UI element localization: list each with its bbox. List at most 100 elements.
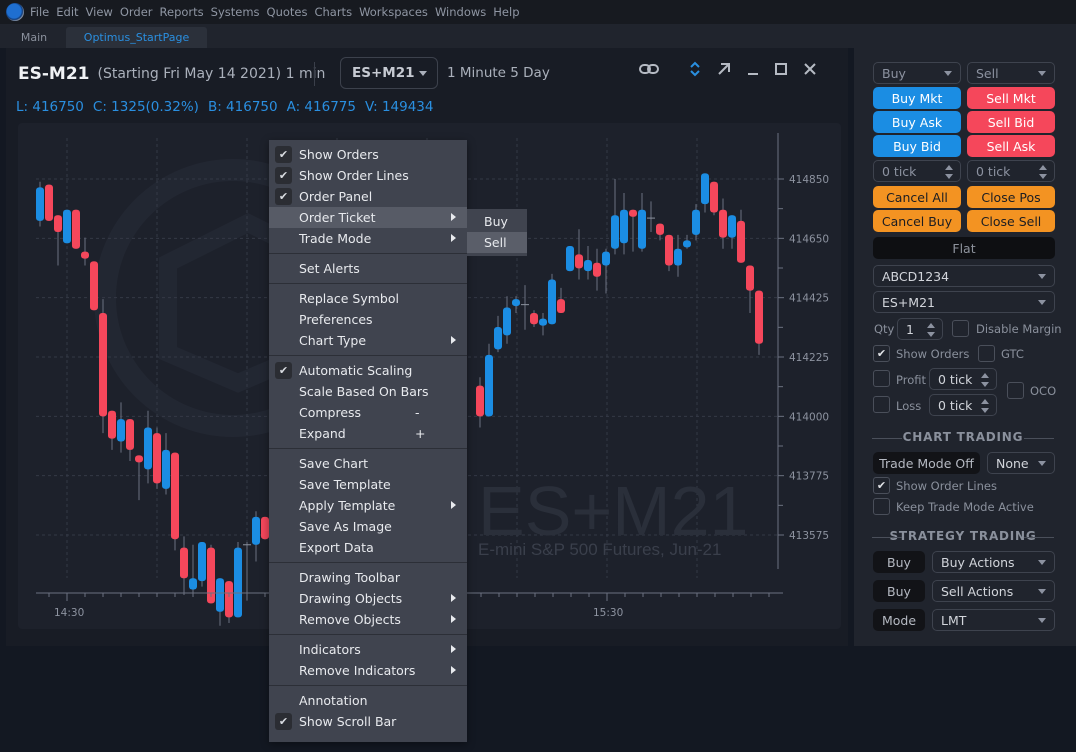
link-icon[interactable] <box>638 58 660 80</box>
menu-charts[interactable]: Charts <box>314 5 352 19</box>
buy-offset-stepper[interactable]: 0 tick <box>873 160 961 182</box>
context-menu-item-indicators[interactable]: Indicators <box>269 639 467 660</box>
close-sell-button[interactable]: Close Sell <box>967 210 1055 232</box>
show-orders-checkbox[interactable]: ✔ <box>873 345 890 362</box>
buy-order-type-select[interactable]: Buy <box>873 62 961 84</box>
context-menu-item-show-scroll-bar[interactable]: ✔ Show Scroll Bar <box>269 711 467 732</box>
sell-actions-select[interactable]: Sell Actions <box>932 580 1055 602</box>
buy-ask-button[interactable]: Buy Ask <box>873 111 961 133</box>
menu-edit[interactable]: Edit <box>56 5 78 19</box>
mode-select-value: LMT <box>941 612 967 628</box>
context-menu-item-remove-objects[interactable]: Remove Objects <box>269 609 467 630</box>
buy-mkt-button[interactable]: Buy Mkt <box>873 87 961 109</box>
menu-quotes[interactable]: Quotes <box>267 5 308 19</box>
sell-offset-stepper[interactable]: 0 tick <box>967 160 1055 182</box>
context-menu-item-save-template[interactable]: Save Template <box>269 474 467 495</box>
trade-mode-select[interactable]: None <box>987 452 1055 474</box>
profit-stepper[interactable]: 0 tick <box>929 368 997 390</box>
context-menu-item-replace-symbol[interactable]: Replace Symbol <box>269 288 467 309</box>
app-logo-icon[interactable] <box>6 3 24 21</box>
quote-bid: B: 416750 <box>207 99 278 115</box>
context-menu-item-order-ticket[interactable]: Order Ticket <box>269 207 467 228</box>
spinner-arrows-icon[interactable] <box>945 165 953 179</box>
context-menu-item-drawing-toolbar[interactable]: Drawing Toolbar <box>269 567 467 588</box>
interval-label[interactable]: 1 Minute 5 Day <box>447 65 550 81</box>
sell-bid-button[interactable]: Sell Bid <box>967 111 1055 133</box>
context-menu-item-remove-indicators[interactable]: Remove Indicators <box>269 660 467 681</box>
minimize-icon[interactable] <box>742 58 764 80</box>
close-pos-button[interactable]: Close Pos <box>967 186 1055 208</box>
candle <box>153 427 161 489</box>
context-menu-item-automatic-scaling[interactable]: ✔ Automatic Scaling <box>269 360 467 381</box>
context-menu-item-expand[interactable]: Expand + <box>269 423 467 444</box>
menu-windows[interactable]: Windows <box>435 5 486 19</box>
candle <box>719 198 727 249</box>
keep-trade-mode-checkbox[interactable] <box>873 498 890 515</box>
context-menu-item-save-chart[interactable]: Save Chart <box>269 453 467 474</box>
context-menu-item-apply-template[interactable]: Apply Template <box>269 495 467 516</box>
sell-mkt-button[interactable]: Sell Mkt <box>967 87 1055 109</box>
buy-bid-button[interactable]: Buy Bid <box>873 135 961 157</box>
expand-vertical-icon[interactable] <box>684 58 706 80</box>
loss-checkbox[interactable] <box>873 396 890 413</box>
context-menu-item-label: Export Data <box>299 540 374 555</box>
context-menu-item-preferences[interactable]: Preferences <box>269 309 467 330</box>
strategy-buy-button[interactable]: Buy <box>873 551 925 573</box>
loss-stepper[interactable]: 0 tick <box>929 394 997 416</box>
menu-workspaces[interactable]: Workspaces <box>359 5 428 19</box>
candle-body <box>108 410 116 439</box>
profit-checkbox[interactable] <box>873 370 890 387</box>
disable-margin-checkbox[interactable] <box>952 320 969 337</box>
context-menu-item-drawing-objects[interactable]: Drawing Objects <box>269 588 467 609</box>
mode-select[interactable]: LMT <box>932 609 1055 631</box>
sell-ask-button[interactable]: Sell Ask <box>967 135 1055 157</box>
trade-mode-button[interactable]: Trade Mode Off <box>873 452 980 474</box>
menu-systems[interactable]: Systems <box>211 5 260 19</box>
spinner-arrows-icon[interactable] <box>981 373 989 387</box>
context-menu-item-trade-mode[interactable]: Trade Mode <box>269 228 467 249</box>
cancel-all-button[interactable]: Cancel All <box>873 186 961 208</box>
strategy-sell-button[interactable]: Buy <box>873 580 925 602</box>
context-menu-item-order-panel[interactable]: ✔ Order Panel <box>269 186 467 207</box>
submenu-item-sell[interactable]: Sell <box>467 232 527 253</box>
tab-optimus-startpage[interactable]: Optimus_StartPage <box>66 27 207 48</box>
context-menu-item-annotation[interactable]: Annotation <box>269 690 467 711</box>
menu-reports[interactable]: Reports <box>160 5 204 19</box>
context-menu-item-chart-type[interactable]: Chart Type <box>269 330 467 351</box>
qty-stepper[interactable]: 1 <box>897 318 943 340</box>
menu-order[interactable]: Order <box>120 5 153 19</box>
context-menu-item-export-data[interactable]: Export Data <box>269 537 467 558</box>
cancel-buy-button[interactable]: Cancel Buy <box>873 210 961 232</box>
buy-actions-select[interactable]: Buy Actions <box>932 551 1055 573</box>
tab-main[interactable]: Main <box>4 27 64 48</box>
context-menu-item-show-order-lines[interactable]: ✔ Show Order Lines <box>269 165 467 186</box>
popout-icon[interactable] <box>713 58 735 80</box>
candle <box>162 433 170 495</box>
submenu-item-buy[interactable]: Buy <box>467 211 527 232</box>
context-menu-item-compress[interactable]: Compress - <box>269 402 467 423</box>
candle <box>593 248 601 291</box>
account-select[interactable]: ABCD1234 <box>873 265 1055 287</box>
close-icon[interactable] <box>799 58 821 80</box>
context-menu-item-set-alerts[interactable]: Set Alerts <box>269 258 467 279</box>
y-axis-label: 414650 <box>789 233 829 245</box>
order-symbol-select[interactable]: ES+M21 <box>873 291 1055 313</box>
gtc-checkbox[interactable] <box>978 345 995 362</box>
context-menu-item-show-orders[interactable]: ✔ Show Orders <box>269 144 467 165</box>
menu-help[interactable]: Help <box>493 5 519 19</box>
flat-button[interactable]: Flat <box>873 237 1055 259</box>
symbol-select[interactable]: ES+M21 <box>340 57 438 89</box>
mode-button[interactable]: Mode <box>873 609 925 631</box>
spinner-arrows-icon[interactable] <box>927 323 935 337</box>
oco-checkbox[interactable] <box>1007 382 1024 399</box>
spinner-arrows-icon[interactable] <box>981 399 989 413</box>
spinner-arrows-icon[interactable] <box>1039 165 1047 179</box>
context-menu-item-save-as-image[interactable]: Save As Image <box>269 516 467 537</box>
menu-view[interactable]: View <box>86 5 113 19</box>
show-order-lines-checkbox[interactable]: ✔ <box>873 477 890 494</box>
context-menu-item-scale-based-on-bars[interactable]: Scale Based On Bars <box>269 381 467 402</box>
sell-order-type-select[interactable]: Sell <box>967 62 1055 84</box>
menu-file[interactable]: File <box>30 5 49 19</box>
maximize-icon[interactable] <box>770 58 792 80</box>
candle-body <box>593 262 601 277</box>
